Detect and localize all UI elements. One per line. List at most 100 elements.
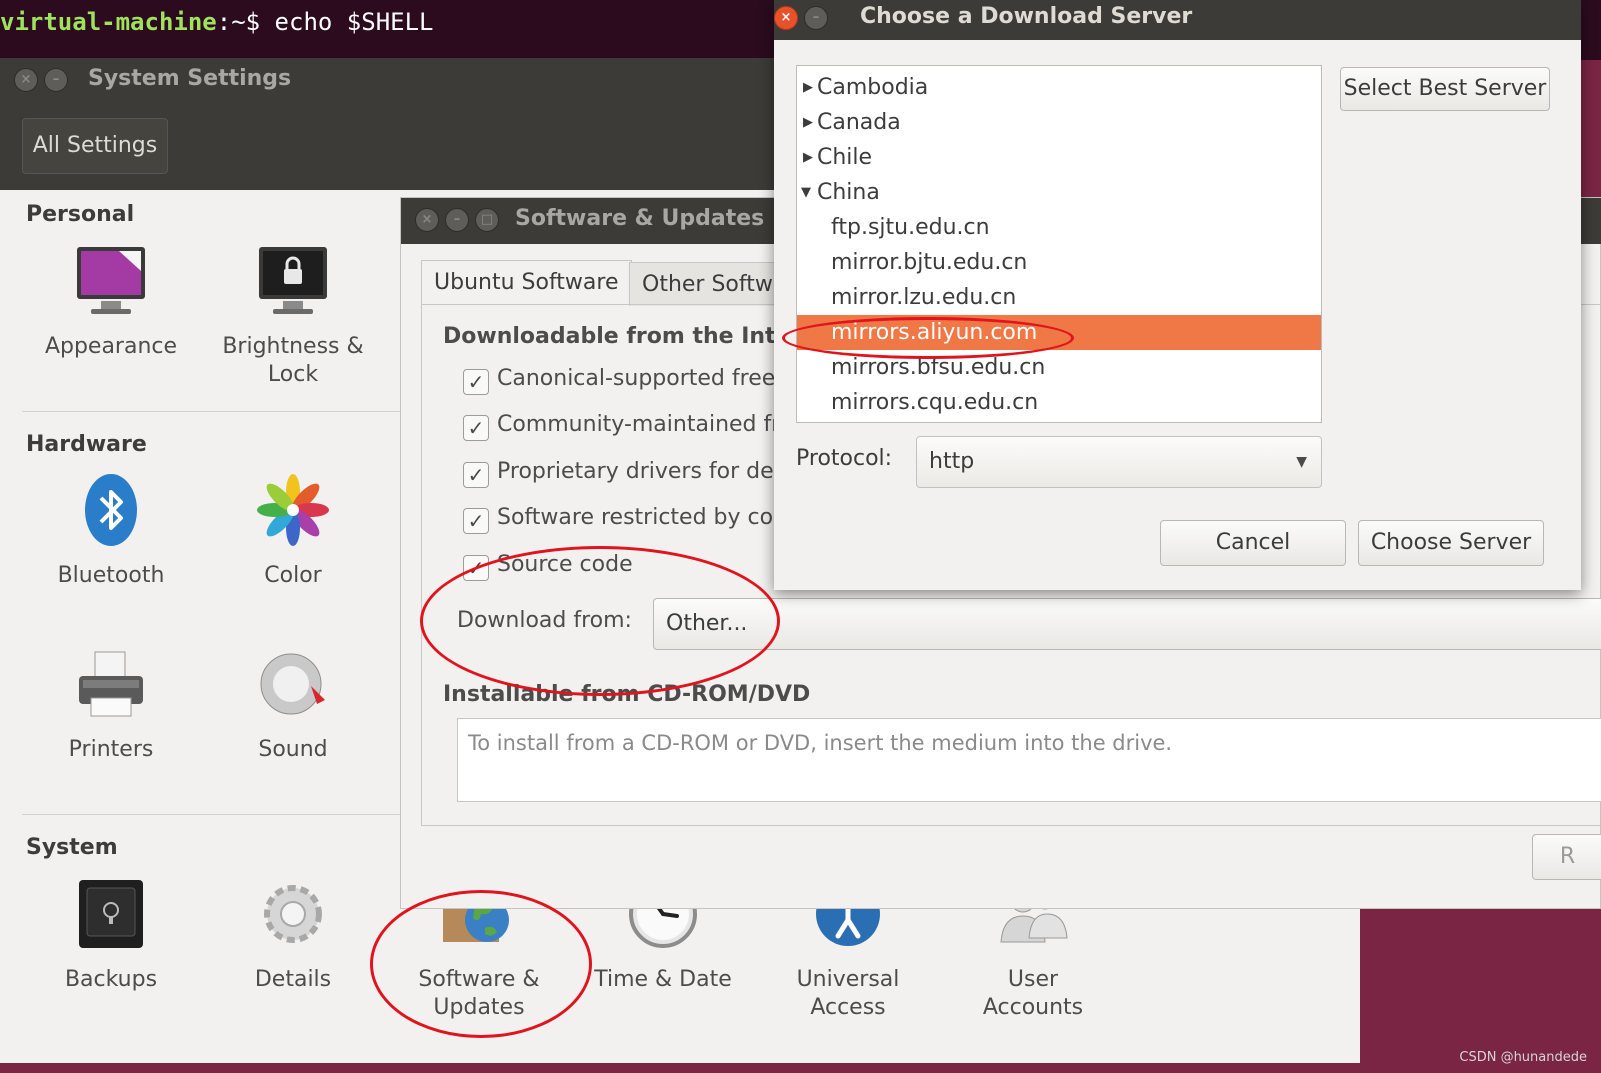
download-from-combo[interactable]: Other... [653,598,1601,650]
settings-item-label: Color [264,563,322,588]
country-label: Cambodia [817,75,929,100]
settings-item-label: Details [254,967,332,992]
all-settings-button[interactable]: All Settings [22,118,168,174]
expander-right-icon[interactable]: ▶ [803,70,813,105]
gear-icon [264,885,322,943]
list-item-country[interactable]: ▶ Chile [797,140,1321,175]
protocol-select[interactable]: http ▼ [916,436,1322,488]
printer-icon [79,651,143,717]
mirror-label: mirrors.cqu.edu.cn [831,390,1039,415]
section-divider [22,814,400,815]
minimize-icon[interactable]: – [804,6,828,30]
checkbox-label: Proprietary drivers for de [497,459,774,484]
expander-right-icon[interactable]: ▶ [803,105,813,140]
section-system: System [26,835,118,860]
settings-item-label: Universal [796,967,900,992]
list-item-mirror[interactable]: mirrors.bfsu.edu.cn [797,350,1321,385]
list-item-mirror[interactable]: mirror.lzu.edu.cn [797,280,1321,315]
settings-item-label: Appearance [44,334,178,359]
window-title: Software & Updates [515,206,765,231]
section-personal: Personal [26,202,135,227]
mirror-label: mirrors.bfsu.edu.cn [831,355,1046,380]
minimize-icon[interactable]: – [445,208,469,232]
settings-item-color[interactable]: Color [208,472,378,590]
select-best-server-button[interactable]: Select Best Server [1340,67,1550,111]
settings-item-details[interactable]: Details [208,876,378,994]
country-label: Chile [817,145,873,170]
sound-icon [260,653,325,715]
server-list[interactable]: ▶ Cambodia ▶ Canada ▶ Chile ▼ China ftp.sjtu… [796,65,1322,423]
terminal-command: echo $SHELL [274,8,434,36]
settings-item-label-line2: Accounts [982,995,1084,1020]
country-label: China [817,180,880,205]
checkbox-source-code[interactable]: ✓ [463,555,489,581]
section-hardware: Hardware [26,432,147,457]
mirror-label: mirror.bjtu.edu.cn [831,250,1028,275]
settings-item-label-line2: Access [810,995,886,1020]
revert-button[interactable]: R [1532,834,1601,880]
settings-item-label: Time & Date [594,967,732,992]
download-from-label: Download from: [457,608,632,633]
settings-item-label: Brightness & [222,334,364,359]
expander-down-icon[interactable]: ▼ [801,175,811,210]
country-label: Canada [817,110,901,135]
settings-item-label: Software & [418,967,540,992]
choose-server-button[interactable]: Choose Server [1358,520,1544,566]
list-item-mirror-selected[interactable]: mirrors.aliyun.com [797,315,1321,350]
list-item-mirror[interactable]: mirror.bjtu.edu.cn [797,245,1321,280]
settings-item-printers[interactable]: Printers [26,646,196,764]
list-item-country[interactable]: ▼ China [797,175,1321,210]
settings-item-appearance[interactable]: Appearance [26,243,196,361]
settings-item-label: Sound [258,737,328,762]
cdrom-info: To install from a CD-ROM or DVD, insert … [457,718,1601,802]
settings-item-backups[interactable]: Backups [26,876,196,994]
terminal-host: virtual-machine [0,8,217,36]
checkbox-proprietary[interactable]: ✓ [463,462,489,488]
mirror-label: ftp.sjtu.edu.cn [831,215,990,240]
close-icon[interactable]: × [14,68,38,92]
settings-item-label: Printers [68,737,154,762]
close-icon[interactable]: × [415,208,439,232]
close-icon[interactable]: × [774,6,798,30]
tab-ubuntu-software[interactable]: Ubuntu Software [421,260,632,304]
watermark: CSDN @hunandede [1459,1050,1587,1065]
settings-item-bluetooth[interactable]: Bluetooth [26,472,196,590]
cdrom-heading: Installable from CD-ROM/DVD [443,682,811,707]
checkbox-community[interactable]: ✓ [463,415,489,441]
settings-item-label: Bluetooth [57,563,165,588]
settings-item-sound[interactable]: Sound [208,646,378,764]
terminal-prompt: virtual-machine:~$ echo $SHELL [0,8,434,36]
section-divider [22,411,400,412]
dialog-title: Choose a Download Server [860,4,1193,29]
minimize-icon[interactable]: – [44,68,68,92]
list-item-country[interactable]: ▶ Canada [797,105,1321,140]
lock-screen-icon [259,247,327,314]
list-item-mirror[interactable]: mirrors.cqu.edu.cn [797,385,1321,420]
settings-item-label: Backups [64,967,158,992]
expander-right-icon[interactable]: ▶ [803,140,813,175]
dialog-titlebar: × – Choose a Download Server [774,0,1581,40]
settings-item-label-line2: Updates [433,995,525,1020]
maximize-icon[interactable]: □ [475,208,499,232]
settings-item-label: User [1007,967,1059,992]
checkbox-label: Canonical-supported free [497,366,776,391]
list-item-country[interactable]: ▶ Cambodia [797,70,1321,105]
checkbox-label: Source code [497,552,633,577]
color-icon [257,474,329,546]
chevron-down-icon: ▼ [1296,454,1307,470]
list-item-mirror[interactable]: ftp.sjtu.edu.cn [797,210,1321,245]
checkbox-restricted[interactable]: ✓ [463,508,489,534]
protocol-label: Protocol: [796,446,893,471]
checkbox-label: Software restricted by co [497,505,774,530]
mirror-label: mirrors.aliyun.com [831,320,1038,345]
checkbox-canonical[interactable]: ✓ [463,369,489,395]
download-server-dialog: × – Choose a Download Server ▶ Cambodia ▶… [774,0,1581,590]
settings-item-brightness[interactable]: Brightness & Lock [208,243,378,389]
checkbox-label: Community-maintained fr [497,412,781,437]
tab-other-software[interactable]: Other Softw [629,262,786,306]
cancel-button[interactable]: Cancel [1160,520,1346,566]
terminal-path: :~$ [216,8,275,36]
settings-item-label-line2: Lock [267,362,319,387]
protocol-value: http [929,449,975,474]
downloadable-heading: Downloadable from the Inter [443,324,802,349]
